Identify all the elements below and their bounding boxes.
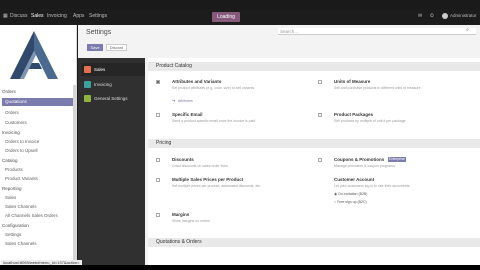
- sidebar-item-all-channels-sales-orders[interactable]: All Channels Sales Orders: [5, 213, 58, 218]
- discard-button[interactable]: Discard: [106, 44, 127, 51]
- sidebar-item-customers[interactable]: Customers: [5, 120, 27, 125]
- packages-checkbox[interactable]: [318, 113, 322, 117]
- sidebar-group-catalog: Catalog: [2, 158, 18, 163]
- top-navbar: ▦ Discuss Sales Invoicing Apps Settings …: [0, 9, 480, 25]
- radio-b2b[interactable]: ◉ On invitation (B2B): [334, 192, 367, 196]
- setting-title: Product Packages: [334, 112, 374, 117]
- setting-title: Units of Measure: [334, 79, 371, 84]
- app-tab-label: Invoicing: [94, 82, 112, 87]
- uom-checkbox[interactable]: [318, 80, 322, 84]
- radio-label: On invitation (B2B): [338, 192, 368, 196]
- settings-content: Product Catalog Attributes and Variants …: [148, 58, 480, 265]
- setting-title: Discounts: [172, 157, 194, 162]
- setting-title: Margins: [172, 212, 190, 217]
- sidebar-item-product-variants[interactable]: Product Variants: [5, 176, 38, 181]
- sidebar-group-reporting: Reporting: [2, 186, 22, 191]
- bottom-bar: [0, 265, 480, 270]
- nav-settings[interactable]: Settings: [89, 13, 107, 19]
- app-tab-sales[interactable]: Sales: [81, 63, 145, 76]
- company-logo: [10, 31, 58, 79]
- nav-discuss[interactable]: Discuss: [10, 13, 28, 19]
- setting-title: Coupons & Promotions: [334, 157, 385, 162]
- app-tab-label: General Settings: [94, 96, 128, 101]
- general-settings-app-icon: [84, 95, 91, 102]
- arrow-right-icon: ➔: [172, 98, 176, 103]
- multi-price-checkbox[interactable]: [156, 178, 160, 182]
- setting-desc: Manage promotion & coupon programs: [334, 164, 395, 168]
- setting-title: Customer Account: [334, 177, 375, 182]
- sidebar-item-reporting-sales[interactable]: Sales: [5, 195, 16, 200]
- sidebar-item-products[interactable]: Products: [5, 167, 23, 172]
- setting-desc: Sell and purchase products in different …: [334, 86, 421, 90]
- page-title: Settings: [86, 29, 112, 36]
- sidebar-scrollbar[interactable]: [73, 85, 76, 263]
- app-tab-general-settings[interactable]: General Settings: [81, 92, 145, 105]
- sidebar-group-invoicing: Invoicing: [2, 130, 20, 135]
- sidebar-item-settings[interactable]: Settings: [5, 232, 21, 237]
- nav-invoicing[interactable]: Invoicing: [47, 13, 67, 19]
- coupons-checkbox[interactable]: [318, 158, 322, 162]
- sales-app-icon: [84, 66, 91, 73]
- section-quotations-orders: Quotations & Orders: [148, 238, 480, 247]
- sidebar-item-orders[interactable]: Orders: [5, 110, 19, 115]
- variants-checkbox[interactable]: [156, 80, 160, 84]
- sidebar-item-reporting-sales-channels[interactable]: Sales Channels: [5, 204, 37, 209]
- sidebar-item-config-sales-channels[interactable]: Sales Channels: [5, 241, 37, 246]
- radio-b2c[interactable]: ○ Free sign up (B2C): [334, 200, 367, 204]
- chat-icon[interactable]: ✉: [418, 13, 424, 19]
- section-pricing: Pricing: [148, 139, 480, 148]
- search-input[interactable]: Search...: [278, 28, 476, 35]
- setting-title: Attributes and Variants: [172, 79, 222, 84]
- setting-desc: Set product attributes (e.g. color, size…: [172, 86, 255, 90]
- radio-label: Free sign up (B2C): [337, 200, 367, 204]
- setting-title: Specific Email: [172, 112, 203, 117]
- search-icon[interactable]: ⌕: [466, 27, 469, 33]
- sidebar-item-orders-to-upsell[interactable]: Orders to Upsell: [5, 148, 38, 153]
- setting-desc: Show margins on orders: [172, 219, 210, 223]
- setting-desc: Sell products by multiple of unit # per …: [334, 119, 406, 123]
- setting-desc: Set multiple prices per product, automat…: [172, 184, 262, 188]
- sidebar-group-configuration: Configuration: [2, 223, 29, 228]
- setting-desc: Grant discounts on sales order lines: [172, 164, 228, 168]
- app-tab-invoicing[interactable]: Invoicing: [81, 78, 145, 91]
- activity-icon[interactable]: ⏲: [430, 13, 436, 19]
- main-area: Settings Search... ⌕ Save Discard Sales …: [78, 25, 480, 265]
- nav-apps[interactable]: Apps: [73, 13, 84, 19]
- save-button[interactable]: Save: [87, 44, 103, 51]
- sidebar-group-orders: Orders: [2, 89, 16, 94]
- setting-desc: Let your customers log in to see their d…: [334, 184, 410, 188]
- user-menu[interactable]: Administrator: [450, 13, 477, 18]
- enterprise-badge: Enterprise: [388, 157, 406, 162]
- app-tab-label: Sales: [94, 67, 106, 72]
- sidebar: Orders Quotations Orders Customers Invoi…: [0, 25, 77, 265]
- margins-checkbox[interactable]: [156, 213, 160, 217]
- avatar[interactable]: [442, 13, 448, 19]
- discounts-checkbox[interactable]: [156, 158, 160, 162]
- nav-sales[interactable]: Sales: [31, 13, 44, 19]
- loading-indicator: Loading: [212, 12, 240, 22]
- setting-title: Multiple Sales Prices per Product: [172, 177, 244, 182]
- setting-desc: Send a product-specific email once the i…: [172, 119, 256, 123]
- sidebar-item-orders-to-invoice[interactable]: Orders to Invoice: [5, 139, 39, 144]
- specific-email-checkbox[interactable]: [156, 113, 160, 117]
- section-product-catalog: Product Catalog: [148, 62, 480, 71]
- sidebar-item-quotations[interactable]: Quotations: [2, 98, 73, 106]
- settings-apps-panel: Sales Invoicing General Settings: [78, 58, 145, 265]
- invoicing-app-icon: [84, 81, 91, 88]
- attributes-link[interactable]: Attributes: [178, 99, 193, 103]
- apps-menu-icon[interactable]: ▦: [3, 13, 9, 19]
